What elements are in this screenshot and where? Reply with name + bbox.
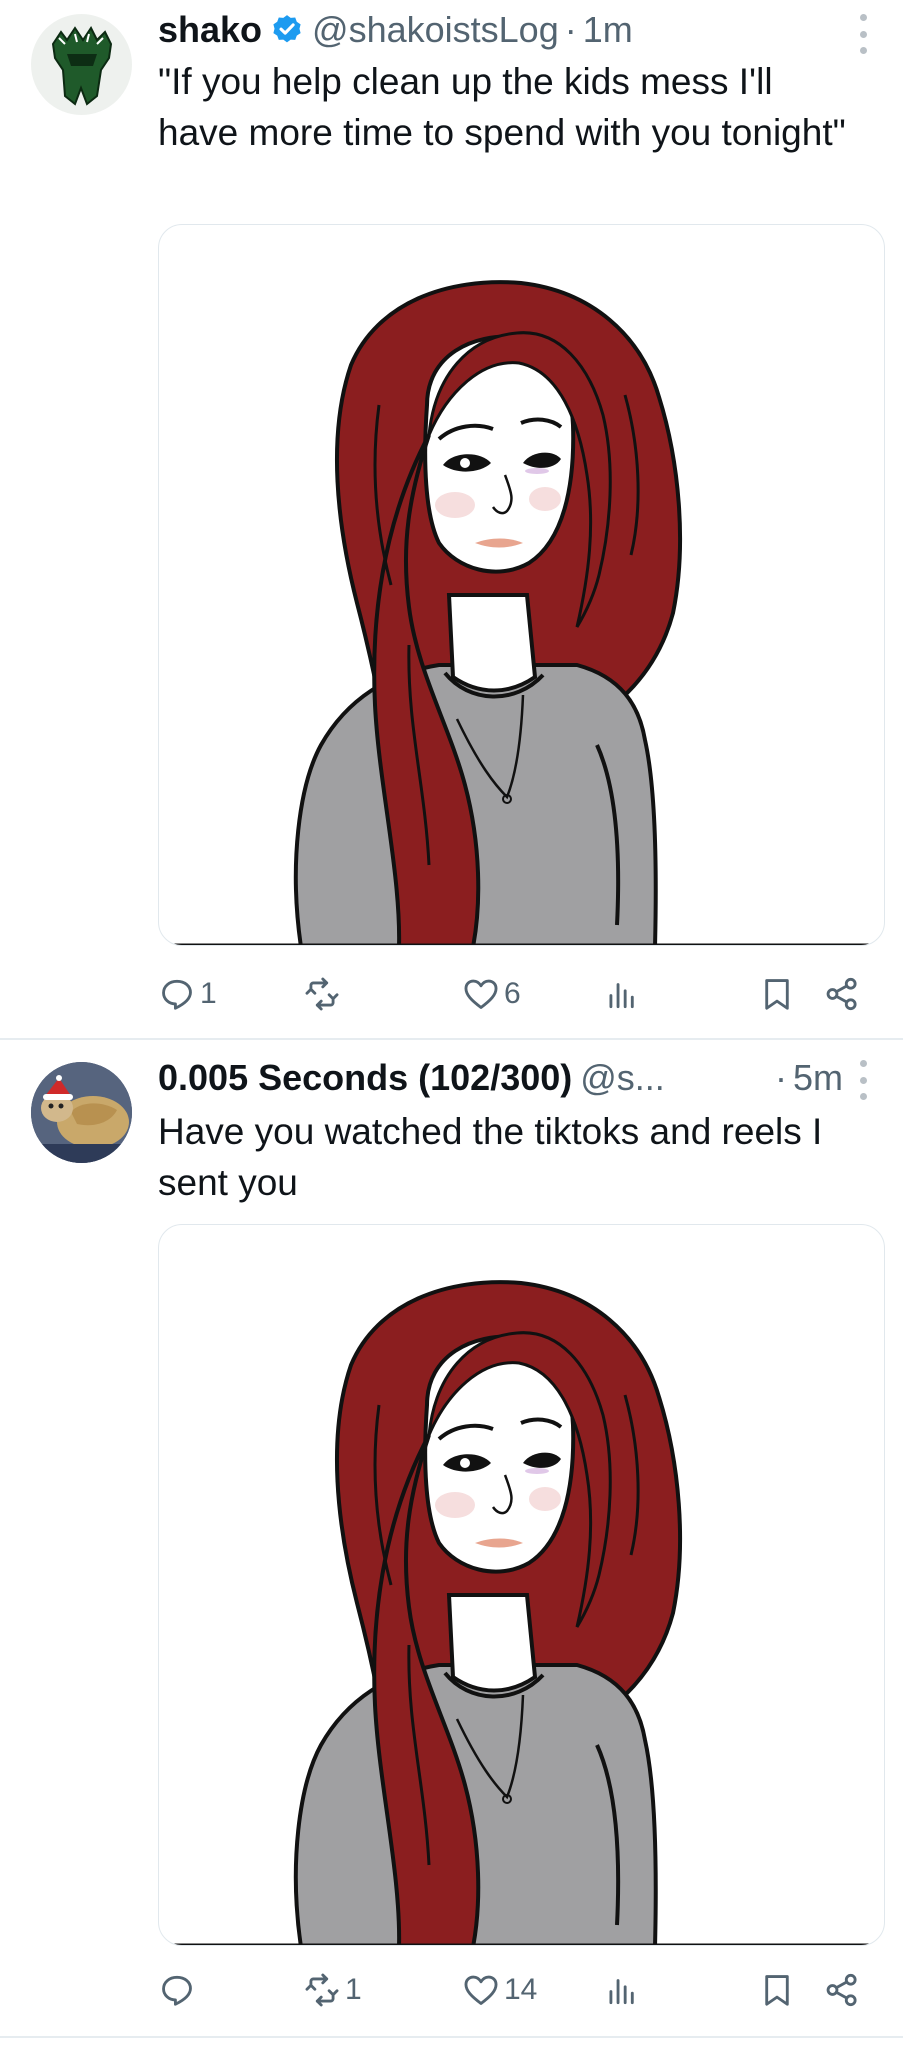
like-icon bbox=[464, 1975, 498, 2005]
views-button[interactable] bbox=[603, 1964, 641, 2016]
share-icon bbox=[826, 977, 857, 1011]
repost-button[interactable]: 1 bbox=[303, 1964, 362, 2016]
like-count: 14 bbox=[504, 1973, 538, 2006]
like-count: 6 bbox=[504, 977, 521, 1010]
timestamp[interactable]: 1m bbox=[583, 4, 633, 56]
like-icon bbox=[464, 979, 498, 1009]
tweet-media[interactable] bbox=[158, 1224, 885, 1946]
woman-illustration bbox=[159, 1280, 884, 1945]
share-button[interactable] bbox=[823, 968, 861, 1020]
reply-icon bbox=[162, 1975, 192, 2006]
bookmark-button[interactable] bbox=[758, 1964, 796, 2016]
tweet-text: "If you help clean up the kids mess I'll… bbox=[158, 61, 846, 153]
tweet-header: 0.005 Seconds (102/300) @s... · 5m bbox=[158, 1052, 843, 1104]
author-handle[interactable]: @shakoistsLog bbox=[312, 4, 559, 56]
views-button[interactable] bbox=[603, 968, 641, 1020]
reply-count: 1 bbox=[200, 977, 217, 1010]
author-name[interactable]: shako bbox=[158, 4, 262, 56]
verified-icon bbox=[273, 15, 301, 43]
reply-button[interactable] bbox=[158, 1964, 200, 2016]
bookmark-button[interactable] bbox=[758, 968, 796, 1020]
like-button[interactable]: 14 bbox=[462, 1964, 537, 2016]
tweet[interactable]: 0.005 Seconds (102/300) @s... · 5m Have … bbox=[0, 1040, 903, 2048]
tweet-actions: 1 14 bbox=[158, 1964, 868, 2016]
tweet-divider bbox=[0, 2036, 903, 2038]
author-handle[interactable]: @s... bbox=[580, 1052, 665, 1104]
repost-icon bbox=[305, 977, 339, 1011]
bookmark-icon bbox=[765, 1975, 789, 2006]
repost-button[interactable] bbox=[303, 968, 345, 1020]
tweet-text: Have you watched the tiktoks and reels I… bbox=[158, 1111, 823, 1203]
separator-dot: · bbox=[564, 9, 577, 50]
avatar-dog-icon bbox=[31, 1062, 132, 1163]
author-name[interactable]: 0.005 Seconds (102/300) bbox=[158, 1052, 572, 1104]
like-button[interactable]: 6 bbox=[462, 968, 521, 1020]
more-icon[interactable] bbox=[851, 14, 875, 54]
avatar[interactable] bbox=[31, 14, 132, 115]
repost-count: 1 bbox=[345, 1973, 362, 2006]
tweet-header: shako @shakoistsLog · 1m bbox=[158, 4, 843, 56]
more-icon[interactable] bbox=[851, 1060, 875, 1100]
views-icon bbox=[609, 983, 634, 1009]
tweet[interactable]: shako @shakoistsLog · 1m "If you help cl… bbox=[0, 0, 903, 1040]
timeline-feed: shako @shakoistsLog · 1m "If you help cl… bbox=[0, 0, 903, 2048]
tweet-media[interactable] bbox=[158, 224, 885, 946]
share-icon bbox=[826, 1973, 857, 2007]
views-icon bbox=[609, 1979, 634, 2005]
tweet-actions: 1 6 bbox=[158, 968, 868, 1020]
share-button[interactable] bbox=[823, 1964, 861, 2016]
reply-button[interactable]: 1 bbox=[158, 968, 217, 1020]
timestamp[interactable]: 5m bbox=[793, 1052, 843, 1104]
avatar[interactable] bbox=[31, 1062, 132, 1163]
bookmark-icon bbox=[765, 979, 789, 1010]
repost-icon bbox=[305, 1973, 339, 2007]
separator-dot: · bbox=[774, 1057, 787, 1098]
avatar-helmet-icon bbox=[51, 26, 113, 106]
reply-icon bbox=[162, 979, 192, 1010]
woman-illustration bbox=[159, 280, 884, 945]
